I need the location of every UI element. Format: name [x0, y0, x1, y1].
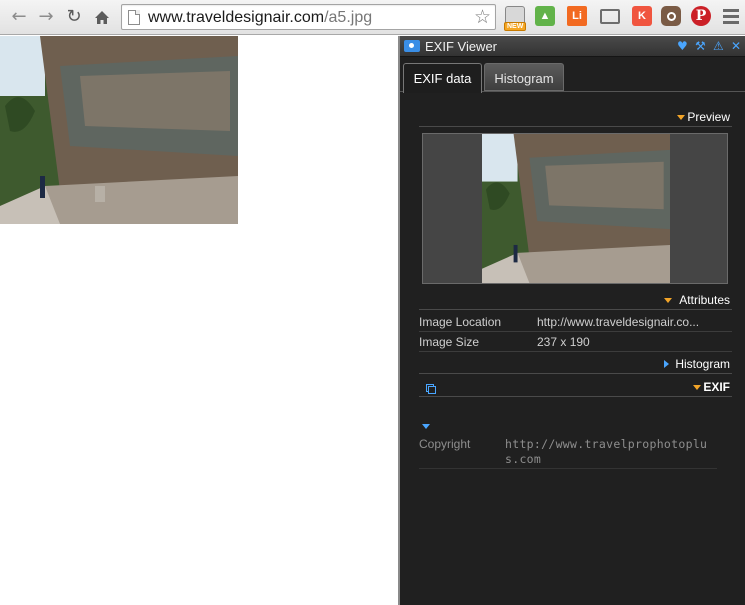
attribute-row: Image Location http://www.traveldesignai…: [419, 312, 732, 332]
exif-key: Copyright: [419, 437, 471, 451]
instagram-icon[interactable]: [661, 6, 681, 26]
page-icon: [128, 10, 140, 25]
url-path: /a5.jpg: [324, 9, 373, 26]
k-extension-icon[interactable]: K: [632, 6, 652, 26]
evernote-icon[interactable]: ▲: [535, 6, 555, 26]
exif-label: EXIF: [703, 380, 730, 394]
cast-icon[interactable]: [600, 9, 620, 24]
histogram-label: Histogram: [675, 357, 730, 371]
exif-viewer-panel: EXIF Viewer ♥ ⚒ ⚠ ✕ EXIF data Histogram …: [400, 36, 745, 605]
attributes-label: Attributes: [679, 293, 730, 307]
reload-icon[interactable]: ↻: [63, 6, 85, 28]
expand-arrow-icon: [664, 298, 672, 303]
forward-arrow-icon[interactable]: →: [35, 6, 57, 28]
exif-group-toggle-icon[interactable]: [422, 424, 430, 429]
close-icon[interactable]: ✕: [731, 39, 741, 53]
preview-thumbnail: [482, 134, 670, 283]
attribute-value: http://www.traveldesignair.co...: [537, 315, 700, 329]
exif-value: http://www.travelprophotoplus.com: [505, 437, 708, 466]
camera-icon: [404, 40, 420, 52]
preview-label: Preview: [687, 110, 730, 124]
tab-exif-data[interactable]: EXIF data: [403, 63, 482, 93]
collapsed-arrow-icon: [664, 360, 669, 368]
panel-title: EXIF Viewer: [425, 39, 498, 54]
expand-arrow-icon: [677, 115, 685, 120]
expand-arrow-icon: [693, 385, 701, 390]
address-url[interactable]: www.traveldesignair.com/a5.jpg: [148, 9, 372, 27]
attribute-value: 237 x 190: [537, 335, 590, 349]
warning-icon[interactable]: ⚠: [713, 39, 724, 53]
attribute-key: Image Size: [419, 335, 480, 349]
preview-frame: [422, 133, 728, 284]
home-icon[interactable]: [91, 6, 113, 28]
tab-histogram[interactable]: Histogram: [484, 63, 564, 91]
browser-toolbar: ← → ↻ www.traveldesignair.com/a5.jpg ☆ N…: [0, 0, 745, 35]
preview-section-header[interactable]: Preview: [419, 107, 732, 127]
new-extension-icon[interactable]: NEW: [504, 6, 527, 31]
page-image: [0, 36, 238, 224]
chrome-menu-icon[interactable]: [723, 9, 739, 27]
exif-row: Copyright http://www.travelprophotoplus.…: [419, 435, 717, 469]
copy-icon[interactable]: [426, 384, 436, 394]
attributes-section-header[interactable]: Attributes: [419, 290, 732, 310]
back-arrow-icon[interactable]: ←: [8, 6, 30, 28]
heart-icon[interactable]: ♥: [677, 39, 688, 53]
attribute-key: Image Location: [419, 315, 502, 329]
pinterest-icon[interactable]: P: [691, 6, 711, 26]
bookmark-star-icon[interactable]: ☆: [474, 6, 491, 28]
attribute-row: Image Size 237 x 190: [419, 332, 732, 352]
li-extension-icon[interactable]: Li: [567, 6, 587, 26]
wrench-icon[interactable]: ⚒: [695, 39, 706, 53]
url-host: www.traveldesignair.com: [148, 9, 325, 26]
panel-tabs: EXIF data Histogram: [400, 62, 745, 93]
histogram-section-header[interactable]: Histogram: [419, 354, 732, 374]
new-badge: NEW: [504, 22, 527, 31]
exif-section-header[interactable]: EXIF: [419, 377, 732, 397]
address-bar[interactable]: www.traveldesignair.com/a5.jpg ☆: [121, 4, 496, 30]
panel-titlebar: EXIF Viewer ♥ ⚒ ⚠ ✕: [400, 36, 745, 57]
